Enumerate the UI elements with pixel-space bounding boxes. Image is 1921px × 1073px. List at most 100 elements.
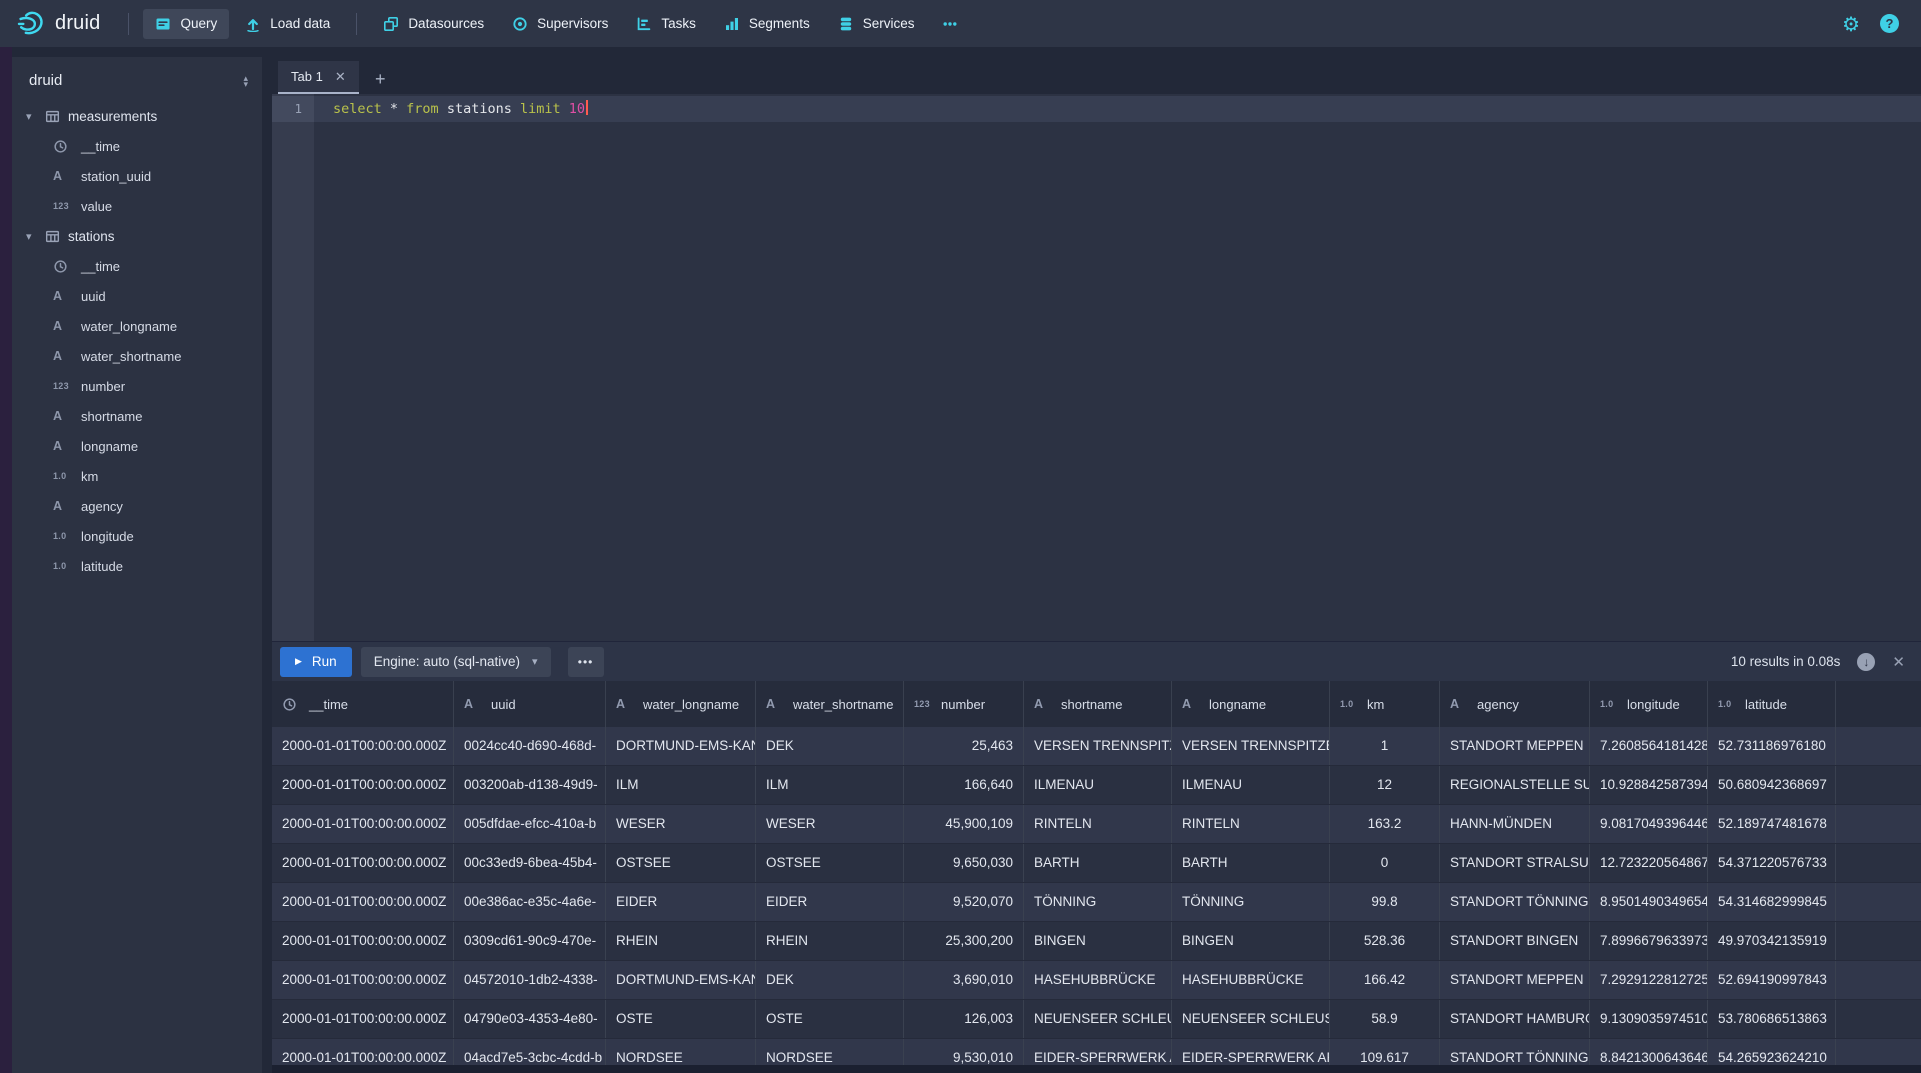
cell-latitude[interactable]: 52.694190997843: [1708, 961, 1836, 999]
cell-shortname[interactable]: NEUENSEER SCHLEUSE: [1024, 1000, 1172, 1038]
schema-header[interactable]: druid ▴ ▾: [12, 57, 262, 101]
cell-longitude[interactable]: 7.2608564181428: [1590, 727, 1708, 765]
column-header-uuid[interactable]: Auuid: [454, 681, 606, 727]
cell-number[interactable]: 25,463: [904, 727, 1024, 765]
cell-agency[interactable]: REGIONALSTELLE SUHL: [1440, 766, 1590, 804]
cell-uuid[interactable]: 003200ab-d138-49d9-: [454, 766, 606, 804]
nav-item-segments[interactable]: Segments: [712, 9, 822, 39]
cell-km[interactable]: 99.8: [1330, 883, 1440, 921]
cell-longitude[interactable]: 7.8996679633973: [1590, 922, 1708, 960]
run-button[interactable]: ▶ Run: [280, 647, 352, 677]
cell-agency[interactable]: STANDORT HAMBURG: [1440, 1000, 1590, 1038]
tree-column-agency[interactable]: Aagency: [12, 491, 262, 521]
column-header-water_longname[interactable]: Awater_longname: [606, 681, 756, 727]
new-tab-button[interactable]: +: [375, 69, 386, 90]
column-header-agency[interactable]: Aagency: [1440, 681, 1590, 727]
more-options-button[interactable]: •••: [568, 647, 604, 677]
cell-__time[interactable]: 2000-01-01T00:00:00.000Z: [272, 727, 454, 765]
column-header-number[interactable]: 123number: [904, 681, 1024, 727]
cell-water_shortname[interactable]: OSTE: [756, 1000, 904, 1038]
cell-longname[interactable]: HASEHUBBRÜCKE: [1172, 961, 1330, 999]
cell-uuid[interactable]: 00e386ac-e35c-4a6e-: [454, 883, 606, 921]
cell-shortname[interactable]: BINGEN: [1024, 922, 1172, 960]
cell-longname[interactable]: VERSEN TRENNSPITZE: [1172, 727, 1330, 765]
cell-km[interactable]: 0: [1330, 844, 1440, 882]
cell-water_longname[interactable]: OSTE: [606, 1000, 756, 1038]
cell-km[interactable]: 1: [1330, 727, 1440, 765]
cell-longname[interactable]: BINGEN: [1172, 922, 1330, 960]
tree-table-measurements[interactable]: ▾measurements: [12, 101, 262, 131]
cell-number[interactable]: 9,650,030: [904, 844, 1024, 882]
nav-item-load-data[interactable]: Load data: [233, 9, 342, 39]
tree-column-km[interactable]: 1.0km: [12, 461, 262, 491]
download-icon[interactable]: ↓: [1857, 653, 1875, 671]
cell-__time[interactable]: 2000-01-01T00:00:00.000Z: [272, 766, 454, 804]
double-caret-vertical-icon[interactable]: ▴ ▾: [243, 75, 248, 87]
column-header-km[interactable]: 1.0km: [1330, 681, 1440, 727]
column-header-water_shortname[interactable]: Awater_shortname: [756, 681, 904, 727]
engine-select[interactable]: Engine: auto (sql-native) ▾: [361, 647, 551, 677]
cell-latitude[interactable]: 52.731186976180: [1708, 727, 1836, 765]
druid-logo[interactable]: druid: [16, 9, 100, 39]
column-header-latitude[interactable]: 1.0latitude: [1708, 681, 1836, 727]
tree-column-latitude[interactable]: 1.0latitude: [12, 551, 262, 581]
cell-water_shortname[interactable]: RHEIN: [756, 922, 904, 960]
cell-km[interactable]: 12: [1330, 766, 1440, 804]
cell-shortname[interactable]: ILMENAU: [1024, 766, 1172, 804]
cell-uuid[interactable]: 04572010-1db2-4338-: [454, 961, 606, 999]
help-icon[interactable]: ?: [1880, 14, 1899, 33]
tree-table-stations[interactable]: ▾stations: [12, 221, 262, 251]
cell-agency[interactable]: STANDORT STRALSUND: [1440, 844, 1590, 882]
cell-km[interactable]: 163.2: [1330, 805, 1440, 843]
cell-longname[interactable]: RINTELN: [1172, 805, 1330, 843]
cell-water_shortname[interactable]: DEK: [756, 961, 904, 999]
cell-number[interactable]: 45,900,109: [904, 805, 1024, 843]
tree-column-value[interactable]: 123value: [12, 191, 262, 221]
cell-number[interactable]: 25,300,200: [904, 922, 1024, 960]
cell-latitude[interactable]: 54.371220576733: [1708, 844, 1836, 882]
close-results-icon[interactable]: ✕: [1892, 653, 1905, 671]
nav-item-more[interactable]: [930, 9, 970, 39]
cell-latitude[interactable]: 49.970342135919: [1708, 922, 1836, 960]
cell-longname[interactable]: NEUENSEER SCHLEUSE: [1172, 1000, 1330, 1038]
cell-shortname[interactable]: HASEHUBBRÜCKE: [1024, 961, 1172, 999]
column-header-shortname[interactable]: Ashortname: [1024, 681, 1172, 727]
cell-longitude[interactable]: 10.928842587394: [1590, 766, 1708, 804]
cell-shortname[interactable]: BARTH: [1024, 844, 1172, 882]
cell-number[interactable]: 166,640: [904, 766, 1024, 804]
tree-column-__time[interactable]: __time: [12, 251, 262, 281]
cell-water_longname[interactable]: DORTMUND-EMS-KANAL: [606, 727, 756, 765]
tree-column-longname[interactable]: Alongname: [12, 431, 262, 461]
tab-close-icon[interactable]: ✕: [335, 69, 346, 85]
tree-column-number[interactable]: 123number: [12, 371, 262, 401]
cell-water_longname[interactable]: EIDER: [606, 883, 756, 921]
cell-latitude[interactable]: 54.314682999845: [1708, 883, 1836, 921]
cell-longitude[interactable]: 12.723220564867: [1590, 844, 1708, 882]
cell-water_longname[interactable]: OSTSEE: [606, 844, 756, 882]
cell-latitude[interactable]: 53.780686513863: [1708, 1000, 1836, 1038]
cell-km[interactable]: 58.9: [1330, 1000, 1440, 1038]
cell-latitude[interactable]: 52.189747481678: [1708, 805, 1836, 843]
cell-water_longname[interactable]: ILM: [606, 766, 756, 804]
cell-number[interactable]: 126,003: [904, 1000, 1024, 1038]
cell-uuid[interactable]: 0309cd61-90c9-470e-: [454, 922, 606, 960]
cell-water_shortname[interactable]: DEK: [756, 727, 904, 765]
cell-longitude[interactable]: 7.2929122812725: [1590, 961, 1708, 999]
cell-km[interactable]: 528.36: [1330, 922, 1440, 960]
cell-water_longname[interactable]: RHEIN: [606, 922, 756, 960]
cell-longitude[interactable]: 8.9501490349654: [1590, 883, 1708, 921]
cell-number[interactable]: 9,520,070: [904, 883, 1024, 921]
cell-water_shortname[interactable]: ILM: [756, 766, 904, 804]
cell-water_shortname[interactable]: EIDER: [756, 883, 904, 921]
cell-longname[interactable]: ILMENAU: [1172, 766, 1330, 804]
cell-agency[interactable]: STANDORT MEPPEN: [1440, 961, 1590, 999]
nav-item-supervisors[interactable]: Supervisors: [500, 9, 620, 39]
cell-water_shortname[interactable]: OSTSEE: [756, 844, 904, 882]
horizontal-scrollbar[interactable]: [272, 1065, 1921, 1073]
caret-down-icon[interactable]: ▾: [26, 230, 37, 243]
nav-item-datasources[interactable]: Datasources: [371, 9, 496, 39]
settings-gear-icon[interactable]: ⚙: [1842, 14, 1860, 34]
cell-__time[interactable]: 2000-01-01T00:00:00.000Z: [272, 883, 454, 921]
cell-water_shortname[interactable]: WESER: [756, 805, 904, 843]
column-header-longname[interactable]: Alongname: [1172, 681, 1330, 727]
